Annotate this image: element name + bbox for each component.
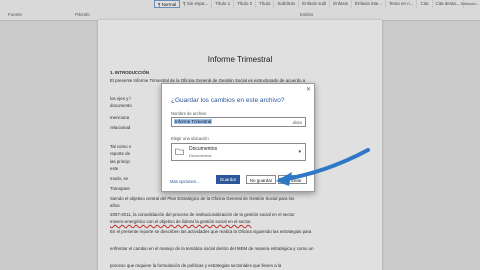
location-subtitle: Documentos xyxy=(189,153,212,158)
file-extension: .docx xyxy=(291,119,302,125)
dont-save-button[interactable]: No guardar xyxy=(246,175,276,184)
filename-label: Nombre de archivo xyxy=(171,111,207,116)
close-icon[interactable]: ✕ xyxy=(306,86,311,93)
location-name: Documentos xyxy=(189,146,218,152)
save-button[interactable]: Guardar xyxy=(216,175,240,184)
dialog-title: ¿Guardar los cambios en este archivo? xyxy=(171,97,285,104)
location-dropdown[interactable]: Documentos Documentos ▾ xyxy=(171,143,306,161)
location-label: Elegir una ubicación xyxy=(171,136,209,141)
more-options-link[interactable]: Más opciones... xyxy=(170,179,199,184)
filename-value: Informe Trimestral xyxy=(174,119,213,124)
chevron-down-icon: ▾ xyxy=(298,149,301,155)
folder-icon xyxy=(175,148,184,155)
filename-input[interactable]: Informe Trimestral .docx xyxy=(171,117,306,127)
cancel-button[interactable]: Cancelar xyxy=(278,175,307,184)
